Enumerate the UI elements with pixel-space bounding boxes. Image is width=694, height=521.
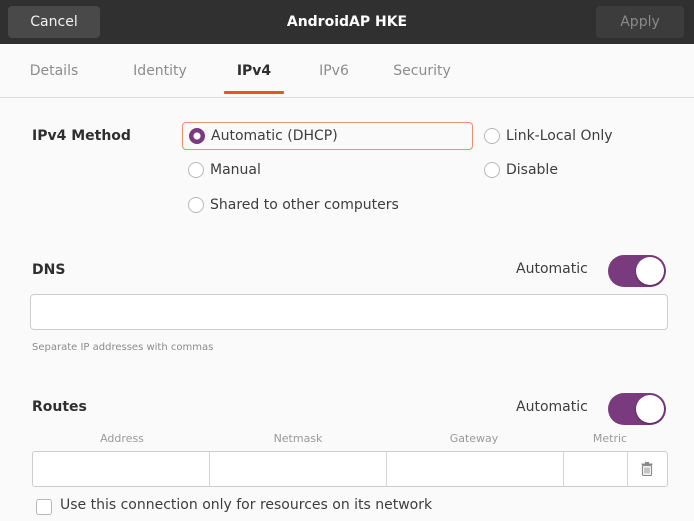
radio-link-local-only[interactable]: Link-Local Only bbox=[484, 122, 613, 150]
routes-heading: Routes bbox=[32, 399, 87, 415]
delete-route-icon[interactable] bbox=[641, 462, 653, 476]
radio-manual[interactable]: Manual bbox=[188, 156, 261, 184]
tab-identity[interactable]: Identity bbox=[120, 44, 200, 98]
radio-shared-to-other-computers[interactable]: Shared to other computers bbox=[188, 191, 399, 219]
switch-knob bbox=[636, 395, 664, 423]
radio-indicator bbox=[188, 197, 204, 213]
route-metric-input[interactable] bbox=[564, 452, 628, 486]
dns-heading: DNS bbox=[32, 262, 66, 278]
radio-label: Automatic (DHCP) bbox=[211, 128, 338, 144]
route-netmask-input[interactable] bbox=[210, 452, 387, 486]
tab-bar: Details Identity IPv4 IPv6 Security bbox=[0, 44, 694, 98]
column-netmask: Netmask bbox=[273, 432, 323, 445]
radio-label: Shared to other computers bbox=[210, 197, 399, 213]
dns-input[interactable] bbox=[30, 294, 668, 330]
radio-label: Manual bbox=[210, 162, 261, 178]
route-row bbox=[32, 451, 668, 487]
dns-hint: Separate IP addresses with commas bbox=[32, 342, 214, 353]
radio-indicator bbox=[484, 128, 500, 144]
header-bar: Cancel AndroidAP HKE Apply bbox=[0, 0, 694, 44]
routes-automatic-label: Automatic bbox=[516, 399, 588, 415]
only-resources-checkbox[interactable] bbox=[36, 499, 52, 515]
routes-automatic-switch[interactable] bbox=[608, 393, 666, 425]
radio-disable[interactable]: Disable bbox=[484, 156, 558, 184]
only-resources-label: Use this connection only for resources o… bbox=[60, 497, 433, 513]
column-gateway: Gateway bbox=[449, 432, 499, 445]
radio-label: Disable bbox=[506, 162, 558, 178]
radio-selected-indicator bbox=[189, 128, 205, 144]
route-address-input[interactable] bbox=[33, 452, 210, 486]
ipv4-method-label: IPv4 Method bbox=[32, 128, 131, 144]
tab-ipv4[interactable]: IPv4 bbox=[218, 44, 290, 98]
radio-automatic-dhcp[interactable]: Automatic (DHCP) bbox=[182, 122, 473, 150]
radio-indicator bbox=[188, 162, 204, 178]
tab-ipv6[interactable]: IPv6 bbox=[306, 44, 362, 98]
tab-details[interactable]: Details bbox=[18, 44, 90, 98]
dns-automatic-switch[interactable] bbox=[608, 255, 666, 287]
tab-security[interactable]: Security bbox=[376, 44, 468, 98]
column-metric: Metric bbox=[592, 432, 628, 445]
radio-indicator bbox=[484, 162, 500, 178]
dns-automatic-label: Automatic bbox=[516, 261, 588, 277]
radio-label: Link-Local Only bbox=[506, 128, 613, 144]
apply-button[interactable]: Apply bbox=[596, 6, 684, 38]
switch-knob bbox=[636, 257, 664, 285]
column-address: Address bbox=[100, 432, 144, 445]
route-gateway-input[interactable] bbox=[387, 452, 564, 486]
window-title: AndroidAP HKE bbox=[286, 14, 408, 30]
